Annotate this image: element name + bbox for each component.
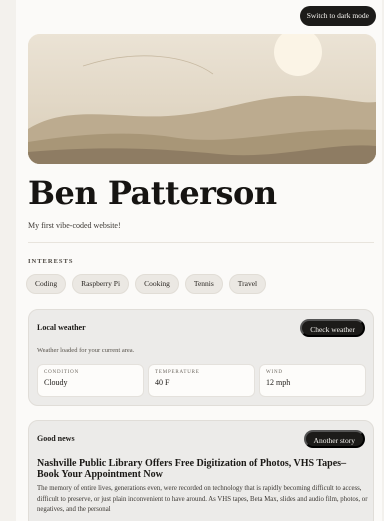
stat-label: CONDITION [44, 370, 79, 375]
news-title: Good news [37, 434, 75, 443]
profile-tagline: My first vibe-coded website! [28, 221, 121, 230]
weather-condition-stat: CONDITION Cloudy [37, 364, 144, 397]
news-card: Good news Another story Nashville Public… [28, 420, 374, 521]
interest-chip-tennis[interactable]: Tennis [184, 274, 223, 294]
weather-card: Local weather Check weather Weather load… [28, 309, 374, 406]
weather-title: Local weather [37, 323, 86, 332]
landscape-illustration [28, 34, 376, 164]
check-weather-button[interactable]: Check weather [300, 319, 365, 337]
stat-value: 40 F [155, 378, 170, 387]
weather-temperature-stat: TEMPERATURE 40 F [148, 364, 255, 397]
interests-heading: INTERESTS [28, 258, 74, 265]
interest-chip-cooking[interactable]: Cooking [135, 274, 179, 294]
another-story-button[interactable]: Another story [303, 430, 365, 448]
divider [28, 242, 374, 243]
weather-wind-stat: WIND 12 mph [259, 364, 366, 397]
interests-chip-list: Coding Raspberry Pi Cooking Tennis Trave… [26, 274, 267, 294]
interest-chip-raspberry-pi[interactable]: Raspberry Pi [72, 274, 130, 294]
hero-illustration [28, 34, 376, 164]
profile-name: Ben Patterson [28, 174, 277, 212]
news-headline: Nashville Public Library Offers Free Dig… [37, 458, 347, 480]
stat-value: Cloudy [44, 378, 68, 387]
news-body: The memory of entire lives, generations … [37, 485, 368, 513]
weather-status-text: Weather loaded for your current area. [37, 347, 135, 354]
interest-chip-coding[interactable]: Coding [26, 274, 67, 294]
stat-label: TEMPERATURE [155, 370, 200, 375]
dark-mode-toggle-button[interactable]: Switch to dark mode [299, 6, 376, 26]
stat-value: 12 mph [266, 378, 291, 387]
page: Switch to dark mode Ben Patterson My fir… [16, 0, 382, 521]
stat-label: WIND [266, 370, 283, 375]
interest-chip-travel[interactable]: Travel [228, 274, 267, 294]
